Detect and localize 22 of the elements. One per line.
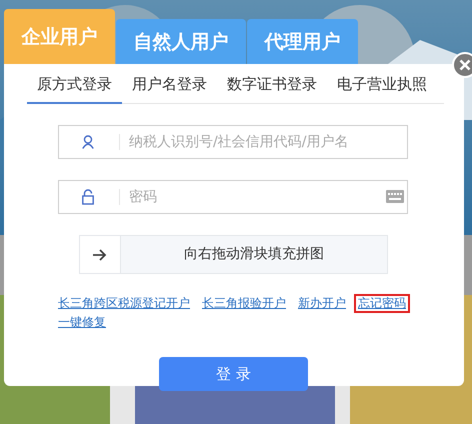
lock-icon — [82, 189, 94, 205]
login-method-tab[interactable]: 用户名登录 — [122, 75, 217, 104]
username-field[interactable]: 纳税人识别号/社会信用代码/用户名 — [58, 125, 408, 159]
keyboard-icon[interactable] — [386, 190, 404, 203]
link[interactable]: 忘记密码 — [354, 294, 410, 313]
slider-handle[interactable] — [80, 236, 121, 273]
link[interactable]: 长三角报验开户 — [198, 294, 290, 313]
user-type-tab[interactable]: 代理用户 — [247, 19, 358, 64]
link[interactable]: 长三角跨区税源登记开户 — [54, 294, 194, 313]
close-icon — [459, 59, 471, 71]
login-method-tab[interactable]: 原方式登录 — [27, 75, 122, 104]
login-button[interactable]: 登 录 — [159, 357, 308, 391]
user-type-tab[interactable]: 自然人用户 — [116, 19, 246, 64]
user-icon — [82, 135, 94, 149]
slider-hint: 向右拖动滑块填充拼图 — [183, 245, 325, 264]
link[interactable]: 一键修复 — [54, 313, 110, 332]
password-field[interactable]: 密码 — [58, 180, 408, 214]
link[interactable]: 新办开户 — [294, 294, 350, 313]
login-method-tab[interactable]: 电子营业执照 — [327, 75, 437, 104]
right-arrow-icon — [93, 248, 107, 260]
close-button[interactable] — [452, 52, 472, 78]
login-method-tab[interactable]: 数字证书登录 — [217, 75, 327, 104]
